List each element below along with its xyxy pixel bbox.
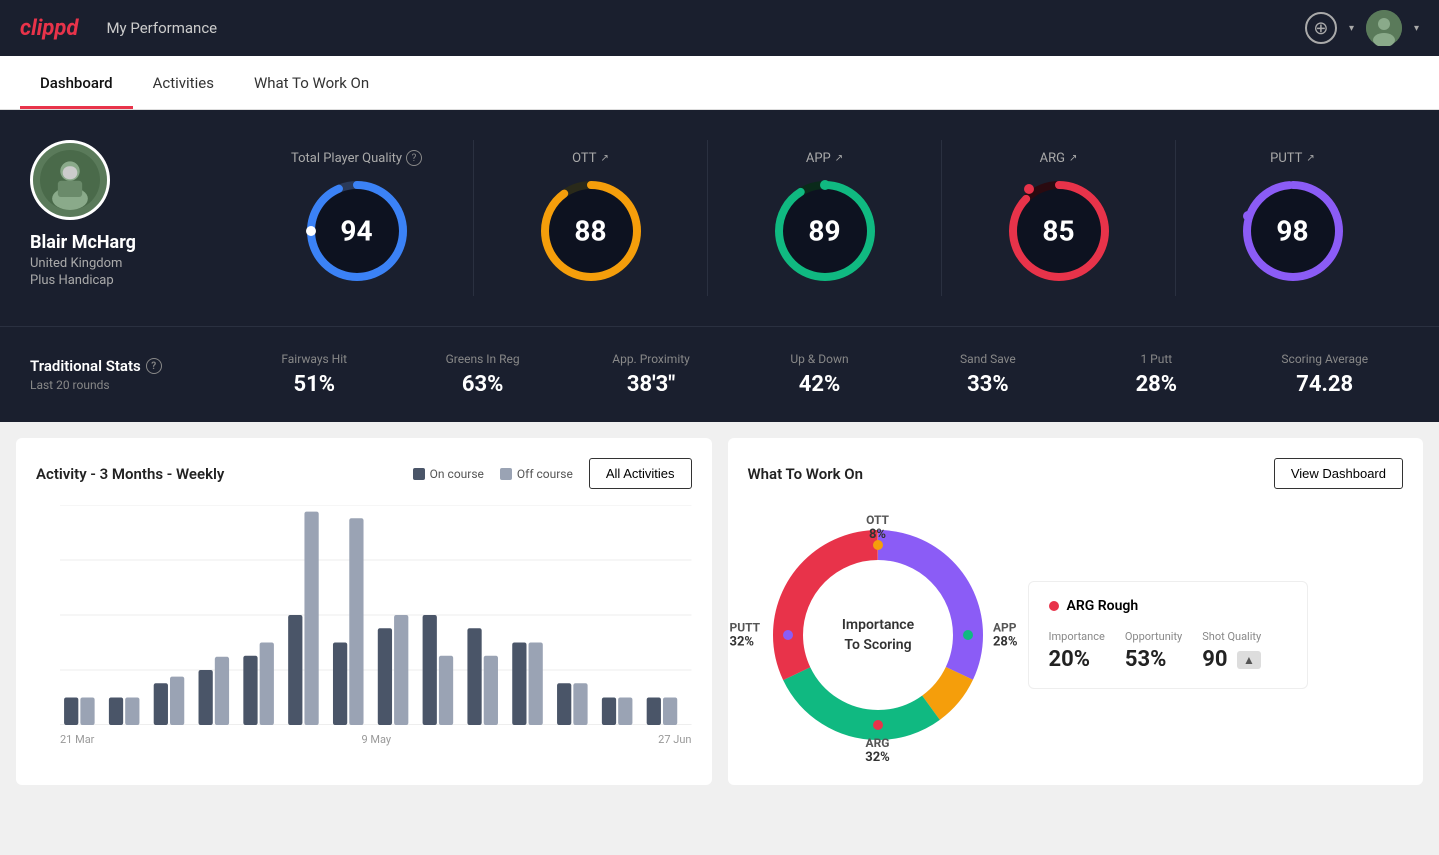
stat-proximity: App. Proximity 38'3" [567,352,735,397]
avatar-chevron: ▾ [1414,23,1419,34]
arrow-icon: ↗ [1306,153,1314,164]
arg-importance: Importance 20% [1049,630,1105,672]
on-course-dot [413,468,425,480]
work-on-panel: What To Work On View Dashboard [728,438,1424,785]
x-label-2: 9 May [361,733,391,746]
off-course-dot [500,468,512,480]
player-section: Blair McHarg United Kingdom Plus Handica… [30,140,1409,296]
work-on-title: What To Work On [748,465,864,483]
traditional-stats-bar: Traditional Stats ? Last 20 rounds Fairw… [0,326,1439,422]
score-total-label: Total Player Quality ? [291,150,422,166]
bar-chart: 8 6 4 2 0 [36,505,692,725]
donut-ott-label: OTT 8% [866,513,889,542]
logo-area: clippd My Performance [20,16,217,41]
tab-activities[interactable]: Activities [133,56,234,109]
donut-app-label: APP 28% [993,621,1018,650]
score-arg-label: ARG ↗ [1040,151,1078,166]
stats-label: Traditional Stats ? Last 20 rounds [30,357,230,392]
donut-chart: Importance To Scoring OTT 8% APP 28% [748,505,1008,765]
score-total: Total Player Quality ? 94 [240,140,473,296]
shot-quality-badge: ▲ [1237,651,1261,669]
arrow-icon: ↗ [1069,153,1077,164]
stat-sandsave: Sand Save 33% [904,352,1072,397]
arg-shot-quality: Shot Quality 90 ▲ [1202,630,1261,672]
add-chevron: ▾ [1349,23,1354,34]
score-total-circle: 94 [302,176,412,286]
work-content: Importance To Scoring OTT 8% APP 28% [748,505,1404,765]
activity-panel-header: Activity - 3 Months - Weekly On course O… [36,458,692,489]
avatar-image [1366,10,1402,46]
tabs: Dashboard Activities What To Work On [0,56,1439,110]
player-scores-panel: Blair McHarg United Kingdom Plus Handica… [0,110,1439,326]
all-activities-button[interactable]: All Activities [589,458,692,489]
arrow-icon: ↗ [835,153,843,164]
stat-scoring: Scoring Average 74.28 [1241,352,1409,397]
info-icon[interactable]: ? [406,150,422,166]
score-app-circle: 89 [770,176,880,286]
score-app-label: APP ↗ [806,151,843,166]
chart-legend: On course Off course [413,467,573,481]
bottom-section: Activity - 3 Months - Weekly On course O… [0,422,1439,801]
logo: clippd [20,16,78,41]
score-arg-value: 85 [1042,214,1074,247]
plus-icon: ⊕ [1313,18,1328,39]
arg-dot [1049,601,1059,611]
x-label-1: 21 Mar [60,733,94,746]
player-country: United Kingdom [30,256,210,271]
score-putt: PUTT ↗ 98 [1175,140,1409,296]
header-title: My Performance [106,19,217,37]
activity-panel: Activity - 3 Months - Weekly On course O… [16,438,712,785]
arg-card-title: ARG Rough [1049,598,1287,614]
score-putt-circle: 98 [1238,176,1348,286]
score-ott-value: 88 [574,214,606,247]
player-handicap: Plus Handicap [30,273,210,288]
score-ott: OTT ↗ 88 [473,140,707,296]
svg-text:Importance: Importance [841,617,914,633]
legend-on-course: On course [413,467,484,481]
header-actions: ⊕ ▾ ▾ [1305,10,1419,46]
work-on-header: What To Work On View Dashboard [748,458,1404,489]
stat-greens: Greens In Reg 63% [398,352,566,397]
donut-svg: Importance To Scoring [748,505,1008,765]
add-button[interactable]: ⊕ [1305,12,1337,44]
score-total-value: 94 [340,215,372,248]
stat-updown: Up & Down 42% [735,352,903,397]
player-avatar [30,140,110,220]
donut-putt-label: PUTT 32% [730,621,761,650]
score-putt-value: 98 [1276,214,1308,247]
x-label-3: 27 Jun [658,733,691,746]
header: clippd My Performance ⊕ ▾ ▾ [0,0,1439,56]
stats-info-icon[interactable]: ? [146,358,162,374]
stats-title: Traditional Stats ? [30,357,230,375]
legend-off-course: Off course [500,467,573,481]
donut-arg-label: ARG 32% [865,736,890,765]
svg-text:To Scoring: To Scoring [844,637,911,653]
stat-1putt: 1 Putt 28% [1072,352,1240,397]
score-arg-circle: 85 [1004,176,1114,286]
avatar[interactable] [1366,10,1402,46]
scores-section: Total Player Quality ? 94 OTT ↗ [240,140,1409,296]
x-labels: 21 Mar 9 May 27 Jun [60,729,692,746]
arg-card: ARG Rough Importance 20% Opportunity 53%… [1028,581,1308,689]
score-arg: ARG ↗ 85 [941,140,1175,296]
view-dashboard-button[interactable]: View Dashboard [1274,458,1403,489]
arg-metrics: Importance 20% Opportunity 53% Shot Qual… [1049,630,1287,672]
score-ott-label: OTT ↗ [572,151,609,166]
score-putt-label: PUTT ↗ [1270,151,1315,166]
arrow-icon: ↗ [601,153,609,164]
chart-svg: 8 6 4 2 0 [60,505,692,725]
score-ott-circle: 88 [536,176,646,286]
score-app: APP ↗ 89 [707,140,941,296]
tab-dashboard[interactable]: Dashboard [20,56,133,109]
player-info: Blair McHarg United Kingdom Plus Handica… [30,140,210,288]
stats-subtitle: Last 20 rounds [30,378,230,392]
activity-title: Activity - 3 Months - Weekly [36,465,224,483]
arg-opportunity: Opportunity 53% [1125,630,1182,672]
stat-fairways: Fairways Hit 51% [230,352,398,397]
player-name: Blair McHarg [30,232,210,253]
score-app-value: 89 [808,214,840,247]
tab-what-to-work-on[interactable]: What To Work On [234,56,389,109]
